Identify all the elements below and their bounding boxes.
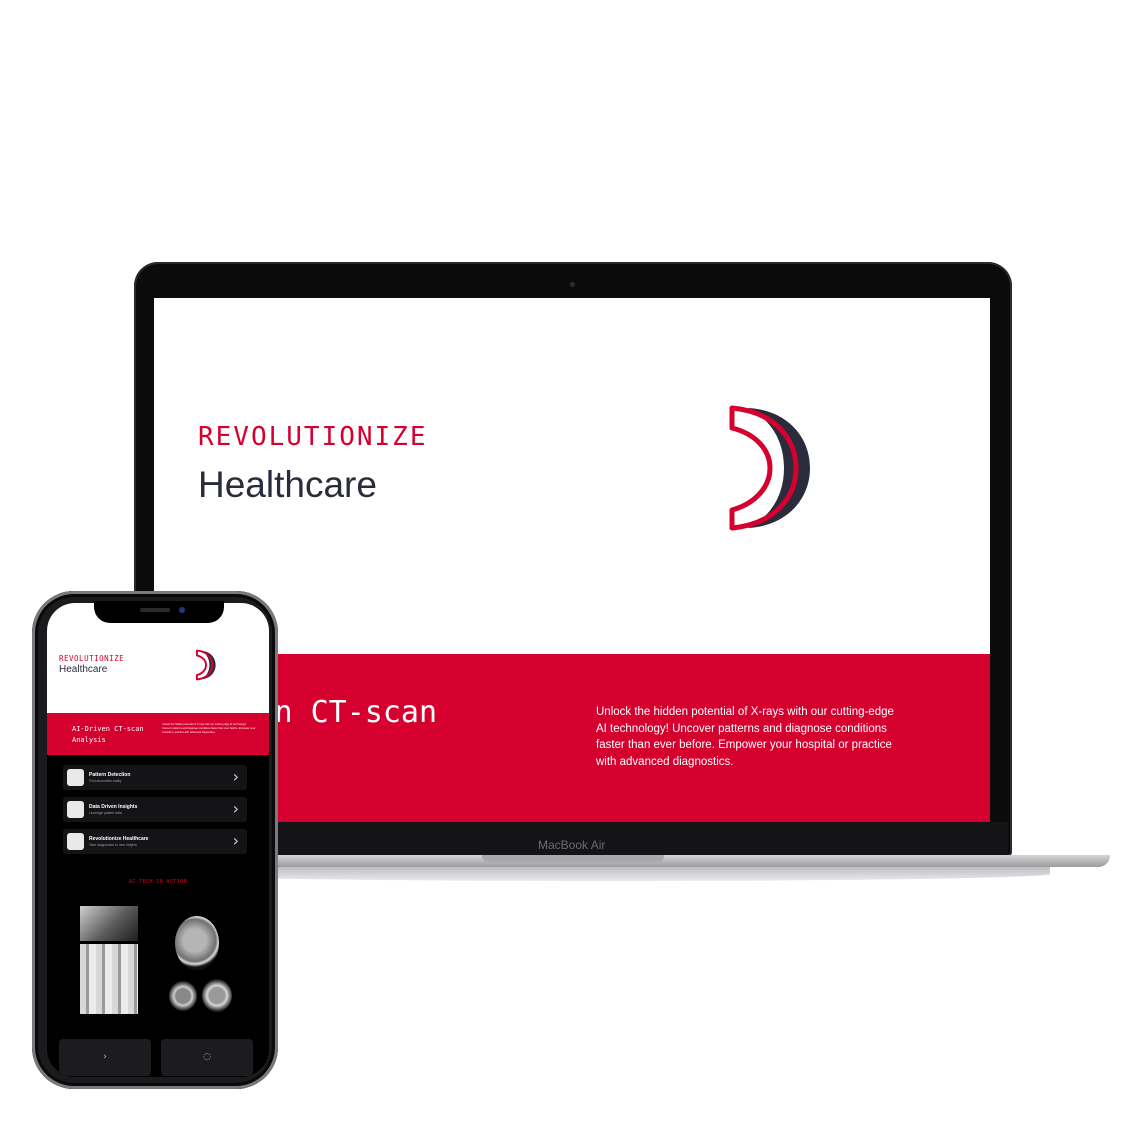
laptop-camera (570, 282, 575, 287)
refresh-nav-button[interactable]: ◌ (161, 1039, 253, 1076)
phone-speaker (140, 608, 170, 612)
feature-subtitle: Find anomalies easily (89, 779, 122, 783)
scan-icon (67, 769, 84, 786)
phone-screen: REVOLUTIONIZE Healthcare AI-Driven CT-sc… (47, 603, 269, 1077)
hero-section: REVOLUTIONIZE Healthcare (154, 298, 990, 654)
refresh-icon: ◌ (203, 1052, 211, 1062)
feature-subtitle: Leverage patient data (89, 811, 122, 815)
ct-analysis-banner: AI-Driven CT-scan Analysis Unlock the hi… (154, 654, 990, 822)
feature-title: Pattern Detection (89, 772, 131, 778)
device-label: MacBook Air (538, 838, 606, 852)
phone-camera (179, 607, 185, 613)
laptop-screen: REVOLUTIONIZE Healthcare AI-Driven CT-sc… (154, 298, 990, 822)
phone-banner-body: Unlock the hidden potential of X-rays wi… (162, 723, 256, 734)
feature-title: Revolutionize Healthcare (89, 836, 149, 842)
hero-kicker: REVOLUTIONIZE (198, 422, 428, 452)
chevron-right-icon: › (232, 767, 239, 786)
feature-subtitle: Take diagnostics to new heights (89, 843, 137, 847)
phone-hero-title: Healthcare (59, 664, 108, 675)
scan-room-image (80, 944, 138, 1014)
phone-ct-analysis-banner: AI-Driven CT-scan Analysis Unlock the hi… (47, 713, 269, 755)
phone-hero-kicker: REVOLUTIONIZE (59, 654, 125, 663)
feature-card-revolutionize[interactable]: Revolutionize Healthcare Take diagnostic… (63, 829, 247, 854)
logo-icon: › (103, 1052, 107, 1062)
phone-brand-logo-icon (195, 649, 216, 681)
phone-banner-heading: AI-Driven CT-scan Analysis (72, 725, 144, 744)
laptop-hinge-notch (482, 855, 664, 862)
chart-icon (67, 801, 84, 818)
pulse-icon (67, 833, 84, 850)
section-title-ai-tech: AI TECH IN ACTION (129, 879, 187, 885)
feature-card-data-insights[interactable]: Data Driven Insights Leverage patient da… (63, 797, 247, 822)
feature-card-pattern-detection[interactable]: Pattern Detection Find anomalies easily … (63, 765, 247, 790)
brand-logo-icon (729, 405, 810, 531)
chevron-right-icon: › (232, 799, 239, 818)
logo-nav-button[interactable]: › (59, 1039, 151, 1076)
banner-body: Unlock the hidden potential of X-rays wi… (596, 706, 894, 768)
feature-title: Data Driven Insights (89, 804, 138, 810)
ct-scan-slice-image (169, 981, 197, 1011)
laptop-shadow (170, 867, 1050, 881)
hero-title: Healthcare (198, 464, 377, 505)
ct-scan-slice-image (202, 979, 232, 1012)
chevron-right-icon: › (232, 831, 239, 850)
ct-scan-main-image (175, 916, 219, 970)
phone-notch (94, 601, 224, 623)
xray-image-thumbnail (80, 906, 138, 941)
